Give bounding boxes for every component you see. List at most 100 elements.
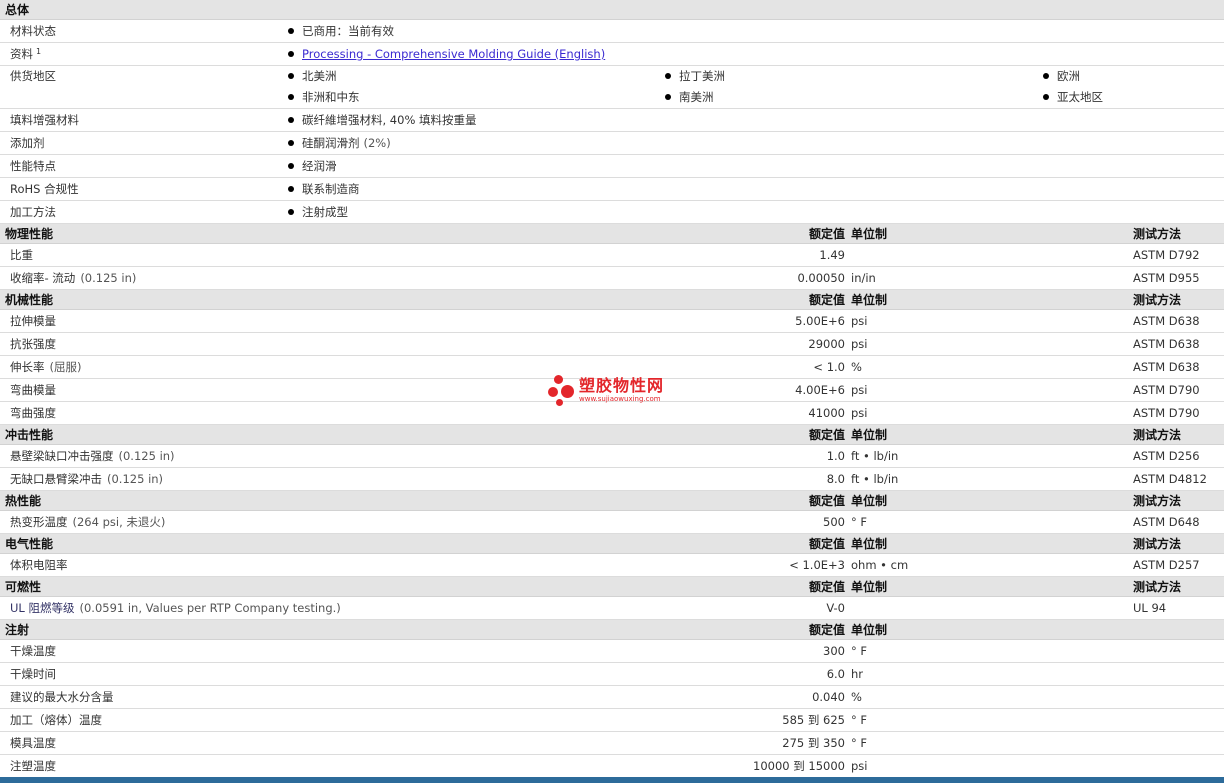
property-unit: ° F	[851, 736, 868, 750]
bullet-text: 注射成型	[302, 205, 348, 219]
bullet-dot-icon	[665, 94, 671, 100]
section-title: 机械性能	[5, 293, 54, 307]
property-value: 0.040	[812, 690, 845, 704]
bullet-item: Processing - Comprehensive Molding Guide…	[288, 43, 605, 65]
test-method: ASTM D638	[1133, 337, 1200, 351]
property-unit: ° F	[851, 515, 868, 529]
property-row: 干燥时间 6.0 hr	[0, 663, 1224, 686]
property-label: 模具温度	[10, 732, 56, 754]
section-header: 机械性能 额定值 单位制 测试方法	[0, 290, 1224, 310]
property-unit: hr	[851, 667, 864, 681]
property-name: 模具温度	[10, 736, 56, 750]
row-label: 性能特点	[10, 155, 56, 177]
header-value: 额定值	[808, 537, 845, 551]
property-row: 体积电阻率 < 1.0E+3 ohm • cm ASTM D257	[0, 554, 1224, 577]
property-row: 弯曲模量 4.00E+6 psi ASTM D790	[0, 379, 1224, 402]
bullet-dot-icon	[288, 94, 294, 100]
row-label: 资料 1	[10, 43, 41, 65]
bullet-dot-icon	[288, 28, 294, 34]
region-item: 亚太地区	[1043, 86, 1103, 108]
property-unit: psi	[851, 383, 868, 397]
section-title: 注射	[5, 623, 30, 637]
header-unit: 单位制	[851, 428, 888, 442]
property-value: 41000	[808, 406, 845, 420]
property-row: 悬壁梁缺口冲击强度 (0.125 in) 1.0 ft • lb/in ASTM D25…	[0, 445, 1224, 468]
header-value: 额定值	[808, 227, 845, 241]
property-unit: in/in	[851, 271, 876, 285]
test-method: ASTM D790	[1133, 406, 1200, 420]
property-value: 5.00E+6	[795, 314, 845, 328]
property-name: 建议的最大水分含量	[10, 690, 114, 704]
property-condition: (0.125 in)	[80, 271, 137, 285]
property-label: 注塑温度	[10, 755, 56, 777]
section-title: 冲击性能	[5, 428, 54, 442]
section-title: 热性能	[5, 494, 42, 508]
property-name: 伸长率	[10, 360, 45, 374]
document-link[interactable]: Processing - Comprehensive Molding Guide…	[302, 47, 605, 61]
property-unit: psi	[851, 314, 868, 328]
section-title: 总体	[5, 3, 30, 17]
property-label: UL 阻燃等级 (0.0591 in, Values per RTP Compan…	[10, 597, 341, 619]
section-title: 电气性能	[5, 537, 54, 551]
property-condition: (0.125 in)	[118, 449, 175, 463]
row-label-text: RoHS 合规性	[10, 182, 79, 196]
header-unit: 单位制	[851, 537, 888, 551]
header-unit: 单位制	[851, 227, 888, 241]
general-row: 非洲和中东 南美洲 亚太地区	[0, 86, 1224, 109]
bullet-dot-icon	[288, 209, 294, 215]
bullet-text: 硅酮润滑剂	[302, 136, 360, 150]
header-value: 额定值	[808, 428, 845, 442]
property-row: 模具温度 275 到 350 ° F	[0, 732, 1224, 755]
header-test-method: 测试方法	[1133, 537, 1182, 551]
property-row: 建议的最大水分含量 0.040%	[0, 686, 1224, 709]
section-header: 冲击性能 额定值 单位制 测试方法	[0, 425, 1224, 445]
property-value: 1.49	[819, 248, 845, 262]
property-name: 干燥温度	[10, 644, 56, 658]
section-title: 可燃性	[5, 580, 42, 594]
section-header: 电气性能 额定值 单位制 测试方法	[0, 534, 1224, 554]
header-unit: 单位制	[851, 293, 888, 307]
property-sections: 物理性能 额定值 单位制 测试方法 比重 1.49 ASTM D792 收缩率 - 流动 (0.…	[0, 224, 1224, 778]
bullet-dot-icon	[665, 73, 671, 79]
header-unit: 单位制	[851, 623, 888, 637]
property-unit: psi	[851, 337, 868, 351]
datasheet-table: 总体 材料状态 已商用：当前有效 资料 1 Processing - Comprehen…	[0, 0, 1224, 778]
row-label-text: 填料增强材料	[10, 113, 79, 127]
section-title: 物理性能	[5, 227, 54, 241]
bullet-dot-icon	[288, 163, 294, 169]
property-value: 500	[823, 515, 845, 529]
property-condition: (264 psi, 未退火)	[72, 515, 166, 529]
bullet-item: 注射成型	[288, 201, 348, 223]
property-value: < 1.0E+3	[789, 558, 845, 572]
section-header: 注射 额定值 单位制	[0, 620, 1224, 640]
property-row: 无缺口悬臂梁冲击 (0.125 in) 8.0 ft • lb/in ASTM D481…	[0, 468, 1224, 491]
region-item: 非洲和中东	[288, 86, 360, 108]
property-label: 体积电阻率	[10, 554, 68, 576]
section-header: 物理性能 额定值 单位制 测试方法	[0, 224, 1224, 244]
property-value: 275 到 350	[782, 736, 845, 750]
property-row: 伸长率 (屈服) < 1.0% ASTM D638	[0, 356, 1224, 379]
bullet-dot-icon	[1043, 94, 1049, 100]
test-method: ASTM D638	[1133, 360, 1200, 374]
header-test-method: 测试方法	[1133, 494, 1182, 508]
test-method: ASTM D790	[1133, 383, 1200, 397]
header-unit: 单位制	[851, 494, 888, 508]
property-unit: ° F	[851, 644, 868, 658]
property-unit: ohm • cm	[851, 558, 909, 572]
row-label-text: 性能特点	[10, 159, 56, 173]
test-method: ASTM D4812	[1133, 472, 1207, 486]
property-label: 伸长率 (屈服)	[10, 356, 81, 378]
row-label: 材料状态	[10, 20, 56, 42]
bullet-dot-icon	[288, 140, 294, 146]
section-header: 热性能 额定值 单位制 测试方法	[0, 491, 1224, 511]
bullet-dot-icon	[288, 117, 294, 123]
property-row: 加工（熔体）温度 585 到 625 ° F	[0, 709, 1224, 732]
property-label: 干燥时间	[10, 663, 56, 685]
region-item: 欧洲	[1043, 66, 1080, 86]
general-row: 性能特点 经润滑	[0, 155, 1224, 178]
property-row: 抗张强度 29000 psi ASTM D638	[0, 333, 1224, 356]
section-header: 可燃性 额定值 单位制 测试方法	[0, 577, 1224, 597]
header-value: 额定值	[808, 494, 845, 508]
property-row: 比重 1.49 ASTM D792	[0, 244, 1224, 267]
property-suffix: - 流动	[44, 271, 76, 285]
